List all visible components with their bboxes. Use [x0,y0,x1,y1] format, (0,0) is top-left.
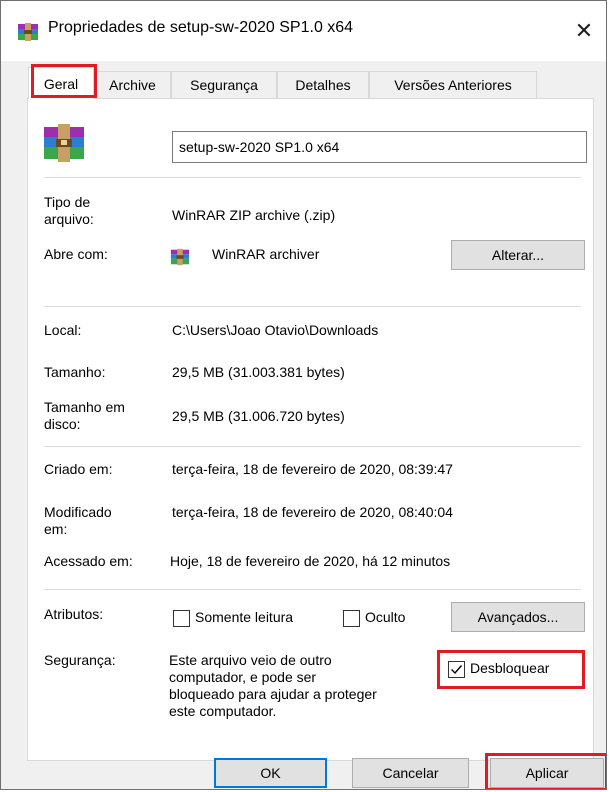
disk-size-label: Tamanho em disco: [44,399,125,432]
tab-archive[interactable]: Archive [94,71,171,98]
advanced-button[interactable]: Avançados... [451,602,585,632]
opens-with-label: Abre com: [44,246,108,262]
winrar-archive-icon [44,124,84,162]
readonly-label: Somente leitura [195,609,294,625]
disk-size-value: 29,5 MB (31.006.720 bytes) [172,408,345,424]
hidden-label: Oculto [365,609,406,625]
size-label: Tamanho: [44,364,106,380]
security-label: Segurança: [44,652,116,668]
modified-value: terça-feira, 18 de fevereiro de 2020, 08… [172,504,453,520]
divider [44,446,581,447]
hidden-checkbox[interactable] [343,610,360,627]
checkmark-icon [451,665,463,675]
filename-input[interactable]: setup-sw-2020 SP1.0 x64 [172,131,587,163]
tab-versoes-anteriores[interactable]: Versões Anteriores [369,71,537,98]
opens-with-value: WinRAR archiver [212,246,320,262]
winrar-archive-icon [170,248,190,266]
created-value: terça-feira, 18 de fevereiro de 2020, 08… [172,461,453,477]
tab-label: Versões Anteriores [394,77,512,93]
location-label: Local: [44,322,82,338]
change-button[interactable]: Alterar... [451,240,585,270]
security-message: Este arquivo veio de outro computador, e… [169,652,377,719]
created-label: Criado em: [44,461,113,477]
unblock-label: Desbloquear [470,660,550,676]
winrar-archive-icon [18,23,38,41]
tab-label: Segurança [190,77,258,93]
unblock-checkbox[interactable] [448,661,465,678]
location-value: C:\Users\Joao Otavio\Downloads [172,322,379,338]
tab-label: Detalhes [295,77,351,93]
title-bar[interactable]: Propriedades de setup-sw-2020 SP1.0 x64 … [1,1,606,61]
close-button[interactable]: ✕ [562,9,606,53]
apply-highlight [485,753,606,789]
tab-geral-highlight [31,64,97,98]
properties-dialog: Propriedades de setup-sw-2020 SP1.0 x64 … [0,0,607,790]
tab-seguranca[interactable]: Segurança [171,71,277,98]
modified-label: Modificado em: [44,504,112,537]
type-label: Tipo de arquivo: [44,194,94,227]
close-icon: ✕ [574,18,594,43]
type-value: WinRAR ZIP archive (.zip) [172,207,336,223]
window-title: Propriedades de setup-sw-2020 SP1.0 x64 [48,19,354,36]
divider [44,589,581,590]
tab-detalhes[interactable]: Detalhes [277,71,369,98]
ok-button[interactable]: OK [214,758,327,788]
attributes-label: Atributos: [44,606,104,622]
general-tab-panel: setup-sw-2020 SP1.0 x64 Tipo de arquivo:… [27,98,594,761]
divider [44,177,581,178]
cancel-button[interactable]: Cancelar [352,758,469,788]
divider [44,306,581,307]
accessed-value: Hoje, 18 de fevereiro de 2020, há 12 min… [170,553,451,569]
tab-label: Archive [109,77,156,93]
readonly-checkbox[interactable] [173,610,190,627]
size-value: 29,5 MB (31.003.381 bytes) [172,364,345,380]
accessed-label: Acessado em: [44,553,133,569]
